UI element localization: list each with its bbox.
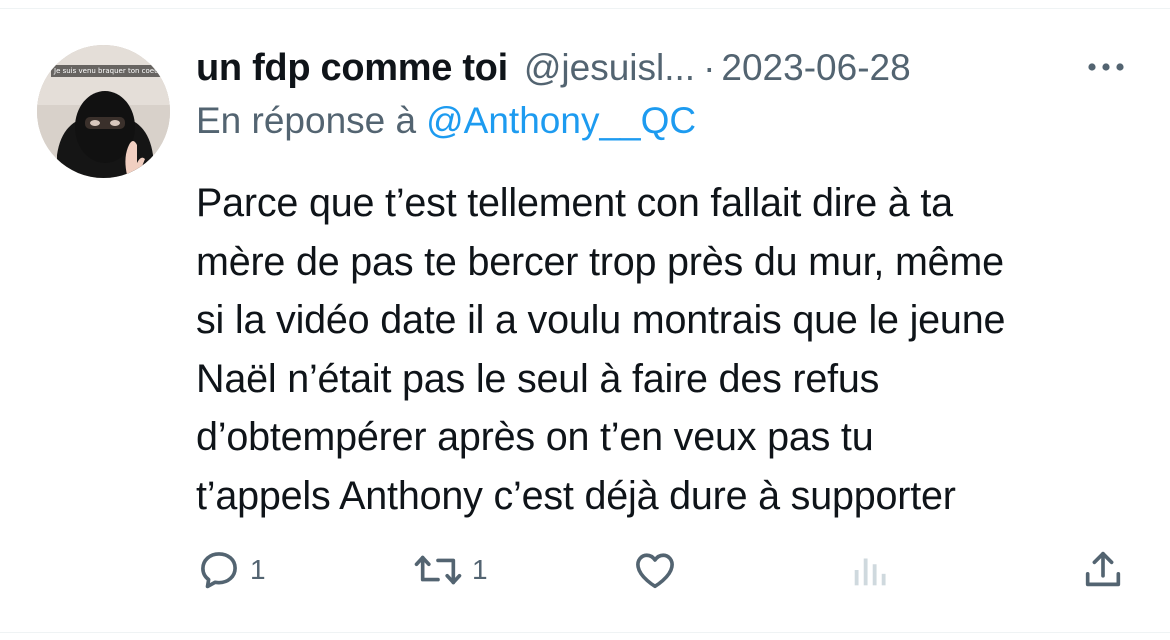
tweet-text: Parce que t’est tellement con fallait di… bbox=[196, 174, 1146, 525]
avatar[interactable]: Je suis venu braquer ton coeur bbox=[37, 45, 170, 178]
reply-to-mention[interactable]: @Anthony__QC bbox=[426, 100, 696, 141]
tweet-text-line: mère de pas te bercer trop près du mur, … bbox=[196, 239, 1004, 284]
top-divider bbox=[0, 8, 1170, 9]
tweet-text-line: si la vidéo date il a voulu montrais que… bbox=[196, 298, 1006, 342]
user-handle[interactable]: @jesuisl... bbox=[524, 47, 695, 89]
heart-icon bbox=[636, 553, 674, 589]
separator-dot: · bbox=[703, 47, 716, 88]
action-bar: 1 1 bbox=[0, 542, 1170, 598]
tweet-header: un fdp comme toi @jesuisl... · 2023-06-2… bbox=[196, 42, 911, 94]
retweet-button[interactable]: 1 bbox=[412, 542, 488, 598]
share-button[interactable] bbox=[1080, 542, 1126, 598]
views-button bbox=[848, 542, 894, 598]
tweet-text-line: d’obtempérer après on t’en veux pas tu bbox=[196, 415, 874, 459]
analytics-icon bbox=[854, 558, 886, 586]
display-name[interactable]: un fdp comme toi bbox=[196, 47, 508, 90]
like-button[interactable] bbox=[632, 542, 678, 598]
retweet-count: 1 bbox=[472, 554, 488, 585]
reply-icon bbox=[201, 552, 237, 589]
avatar-caption: Je suis venu braquer ton coeur bbox=[51, 65, 167, 77]
reply-prefix: En réponse à bbox=[196, 100, 417, 141]
more-icon bbox=[1088, 63, 1124, 71]
tweet-text-line: t’appels Anthony c’est déjà dure à suppo… bbox=[196, 473, 956, 518]
reply-count: 1 bbox=[250, 554, 266, 585]
share-icon bbox=[1085, 551, 1121, 587]
reply-button[interactable]: 1 bbox=[196, 542, 266, 598]
bottom-divider bbox=[0, 632, 1170, 633]
retweet-icon bbox=[414, 555, 462, 585]
tweet-text-line: Naël n’était pas le seul à faire des ref… bbox=[196, 356, 880, 401]
more-button[interactable] bbox=[1082, 52, 1130, 82]
tweet-text-line: Parce que t’est tellement con fallait di… bbox=[196, 181, 953, 225]
reply-context: En réponse à @Anthony__QC bbox=[196, 100, 696, 142]
tweet-date[interactable]: 2023-06-28 bbox=[721, 47, 910, 89]
